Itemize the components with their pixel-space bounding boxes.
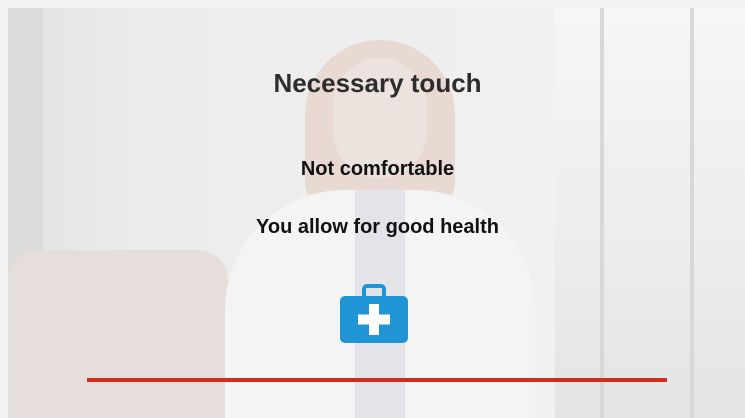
slide-line-2: You allow for good health (256, 216, 499, 238)
video-frame: Necessary touch Not comfortable You allo… (0, 0, 745, 418)
bottom-divider-line (87, 378, 667, 382)
slide-title: Necessary touch (273, 68, 482, 98)
slide-line-1: Not comfortable (300, 158, 455, 180)
background-chair (8, 250, 228, 418)
first-aid-kit-icon (339, 284, 409, 344)
